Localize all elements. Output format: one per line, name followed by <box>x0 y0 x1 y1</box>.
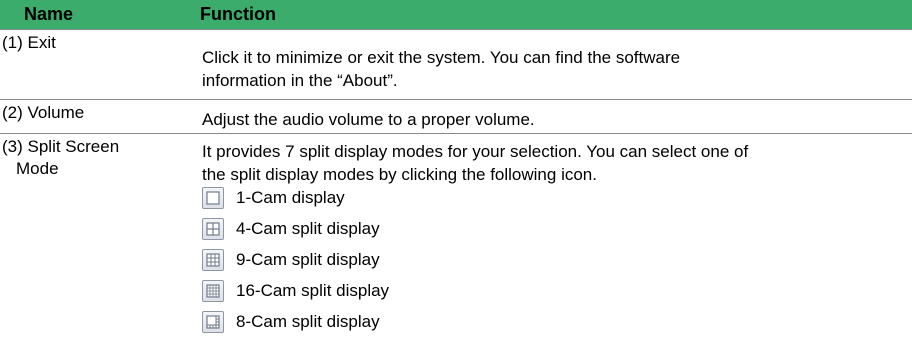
split-mode-item: 16-Cam split display <box>202 278 389 304</box>
sixteen-split-icon[interactable] <box>202 280 224 302</box>
single-screen-icon[interactable] <box>202 187 224 209</box>
function-line: It provides 7 split display modes for yo… <box>202 142 749 161</box>
split-mode-label: 4-Cam split display <box>236 219 380 238</box>
function-line: information in the “About”. <box>202 71 398 90</box>
row-name: (2) Volume <box>2 103 85 122</box>
row-name: (1) Exit <box>2 33 56 52</box>
split-mode-label: 1-Cam display <box>236 188 345 207</box>
row-function: It provides 7 split display modes for yo… <box>202 140 902 186</box>
nine-split-icon[interactable] <box>202 249 224 271</box>
row-name-line: (3) Split Screen <box>2 137 120 156</box>
function-line: the split display modes by clicking the … <box>202 165 597 184</box>
split-mode-item: 8-Cam split display <box>202 309 380 335</box>
split-mode-item: 9-Cam split display <box>202 247 380 273</box>
row-function: Click it to minimize or exit the system.… <box>202 46 902 92</box>
row-name: (3) Split Screen Mode <box>2 136 119 180</box>
eight-split-icon[interactable] <box>202 311 224 333</box>
split-mode-label: 9-Cam split display <box>236 250 380 269</box>
table-header: Name Function <box>0 0 912 30</box>
column-header-name: Name <box>24 4 74 24</box>
split-mode-label: 16-Cam split display <box>236 281 390 300</box>
row-function: Adjust the audio volume to a proper volu… <box>202 108 902 131</box>
split-mode-item: 1-Cam display <box>202 185 345 211</box>
function-line: Adjust the audio volume to a proper volu… <box>202 110 535 129</box>
row-divider <box>0 99 912 100</box>
split-mode-label: 8-Cam split display <box>236 312 380 331</box>
split-mode-item: 4-Cam split display <box>202 216 380 242</box>
function-line: Click it to minimize or exit the system.… <box>202 48 681 67</box>
row-name-line: Mode <box>16 159 59 178</box>
quad-split-icon[interactable] <box>202 218 224 240</box>
column-header-function: Function <box>200 4 276 24</box>
row-divider <box>0 133 912 134</box>
